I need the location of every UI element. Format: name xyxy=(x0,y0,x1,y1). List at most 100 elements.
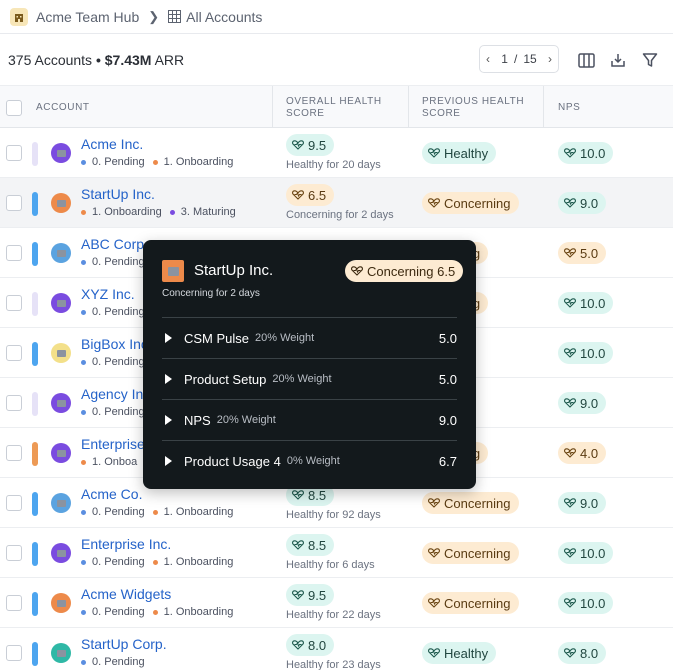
stage-label: 3. Maturing xyxy=(180,206,236,218)
account-name-link[interactable]: BigBox Inc xyxy=(81,336,148,352)
health-icon xyxy=(564,498,576,508)
account-name-link[interactable]: StartUp Inc. xyxy=(81,186,155,202)
row-checkbox[interactable] xyxy=(6,645,22,661)
nps-value: 5.0 xyxy=(580,245,599,261)
stage-label: 1. Onboarding xyxy=(163,606,234,618)
row-checkbox[interactable] xyxy=(6,495,22,511)
account-name-link[interactable]: Enterprise Inc. xyxy=(81,536,171,552)
stage-dot xyxy=(81,609,86,615)
health-icon xyxy=(428,648,440,658)
expand-caret-icon[interactable] xyxy=(165,374,172,384)
row-checkbox[interactable] xyxy=(6,445,22,461)
summary-bar: 375 Accounts • $7.43M ARR ‹ 1 / 15 › xyxy=(0,35,673,85)
account-summary: 375 Accounts • $7.43M ARR xyxy=(8,52,184,68)
breadcrumb-app[interactable]: Acme Team Hub xyxy=(36,9,139,25)
nps-badge: 10.0 xyxy=(558,542,614,564)
stage-dot xyxy=(81,359,86,365)
overall-score-value: 8.0 xyxy=(308,637,327,653)
next-page-button[interactable]: › xyxy=(542,52,558,66)
account-logo-icon xyxy=(51,393,71,413)
account-name-link[interactable]: ABC Corp xyxy=(81,236,144,252)
row-checkbox[interactable] xyxy=(6,345,22,361)
column-account[interactable]: ACCOUNT xyxy=(36,86,90,129)
nps-badge: 8.0 xyxy=(558,642,607,664)
account-count: 375 Accounts xyxy=(8,52,93,68)
expand-caret-icon[interactable] xyxy=(165,333,172,343)
nps-badge: 5.0 xyxy=(558,242,607,264)
stage-label: 0. Pending xyxy=(92,156,145,168)
expand-caret-icon[interactable] xyxy=(165,456,172,466)
component-label: CSM Pulse xyxy=(184,330,250,346)
score-component-row[interactable]: NPS 20% Weight 9.0 xyxy=(162,399,457,440)
account-name-link[interactable]: Acme Inc. xyxy=(81,136,143,152)
table-row[interactable]: StartUp Inc. 1. Onboarding 3. Maturing 6.5 C… xyxy=(0,178,673,228)
previous-health-label: Concerning xyxy=(444,495,511,511)
nps-value: 9.0 xyxy=(580,195,599,211)
pagination: ‹ 1 / 15 › xyxy=(479,45,559,73)
nps-value: 9.0 xyxy=(580,395,599,411)
row-checkbox[interactable] xyxy=(6,295,22,311)
previous-health-label: Healthy xyxy=(444,145,489,161)
account-name-link[interactable]: XYZ Inc. xyxy=(81,286,135,302)
columns-icon[interactable] xyxy=(577,51,595,69)
overall-score-badge: 8.5 xyxy=(286,534,335,556)
health-icon xyxy=(564,148,576,158)
current-page[interactable]: 1 xyxy=(501,52,508,66)
stage-dot xyxy=(169,209,175,215)
row-checkbox[interactable] xyxy=(6,145,22,161)
nps-badge: 9.0 xyxy=(558,192,607,214)
lifecycle-stages: 1. Onboarding 3. Maturing xyxy=(81,206,236,218)
previous-health-label: Concerning xyxy=(444,595,511,611)
overall-score-value: 9.5 xyxy=(308,587,327,603)
nps-badge: 10.0 xyxy=(558,292,614,314)
score-component-row[interactable]: CSM Pulse 20% Weight 5.0 xyxy=(162,317,457,358)
column-previous-health[interactable]: PREVIOUS HEALTH SCORE xyxy=(422,86,537,129)
account-logo-icon xyxy=(162,260,184,282)
account-name-link[interactable]: Agency In xyxy=(81,386,143,402)
account-name-link[interactable]: Enterprise xyxy=(81,436,145,452)
breadcrumb-current: All Accounts xyxy=(186,8,263,25)
row-checkbox[interactable] xyxy=(6,595,22,611)
row-checkbox[interactable] xyxy=(6,395,22,411)
score-component-row[interactable]: Product Setup 20% Weight 5.0 xyxy=(162,358,457,399)
filter-icon[interactable] xyxy=(641,51,659,69)
row-checkbox[interactable] xyxy=(6,545,22,561)
column-divider xyxy=(408,86,409,129)
score-component-row[interactable]: Product Usage 4 0% Weight 6.7 xyxy=(162,440,457,481)
overall-score-value: 8.5 xyxy=(308,537,327,553)
account-name-link[interactable]: StartUp Corp. xyxy=(81,636,167,652)
table-row[interactable]: Acme Inc. 0. Pending 1. Onboarding 9.5 Healt… xyxy=(0,128,673,178)
component-value: 5.0 xyxy=(438,330,457,346)
column-nps[interactable]: NPS xyxy=(558,86,580,129)
select-all-checkbox[interactable] xyxy=(6,86,22,129)
account-name-link[interactable]: Acme Widgets xyxy=(81,586,171,602)
account-name-link[interactable]: Acme Co. xyxy=(81,486,142,502)
stage-dot xyxy=(152,609,158,615)
table-row[interactable]: StartUp Corp. 0. Pending 8.0 Healthy for 23… xyxy=(0,628,673,670)
table-row[interactable]: Acme Widgets 0. Pending 1. Onboarding 9.5 He… xyxy=(0,578,673,628)
top-bar: Acme Team Hub ❯ All Accounts xyxy=(0,0,673,34)
health-icon xyxy=(428,548,440,558)
component-weight: 20% Weight xyxy=(216,414,276,426)
prev-page-button[interactable]: ‹ xyxy=(480,52,496,66)
stage-dot xyxy=(81,559,86,565)
row-checkbox[interactable] xyxy=(6,195,22,211)
lifecycle-stages: 0. Pending 1. Onboarding xyxy=(81,156,233,168)
stage-dot xyxy=(81,159,86,165)
column-overall-health[interactable]: OVERALL HEALTH SCORE xyxy=(286,86,396,129)
stage-dot xyxy=(81,509,86,515)
table-row[interactable]: Enterprise Inc. 0. Pending 1. Onboarding 8.… xyxy=(0,528,673,578)
summary-separator: • xyxy=(92,52,105,68)
nps-value: 10.0 xyxy=(580,545,606,561)
health-icon xyxy=(428,198,440,208)
download-icon[interactable] xyxy=(609,51,627,69)
nps-badge: 10.0 xyxy=(558,342,614,364)
expand-caret-icon[interactable] xyxy=(165,415,172,425)
health-icon xyxy=(564,248,576,258)
health-duration: Healthy for 20 days xyxy=(286,159,381,171)
overall-score-badge: 9.5 xyxy=(286,134,335,156)
stage-bar xyxy=(32,292,38,316)
tooltip-score-badge: Concerning 6.5 xyxy=(345,260,464,282)
row-checkbox[interactable] xyxy=(6,245,22,261)
account-logo-icon xyxy=(51,593,71,613)
